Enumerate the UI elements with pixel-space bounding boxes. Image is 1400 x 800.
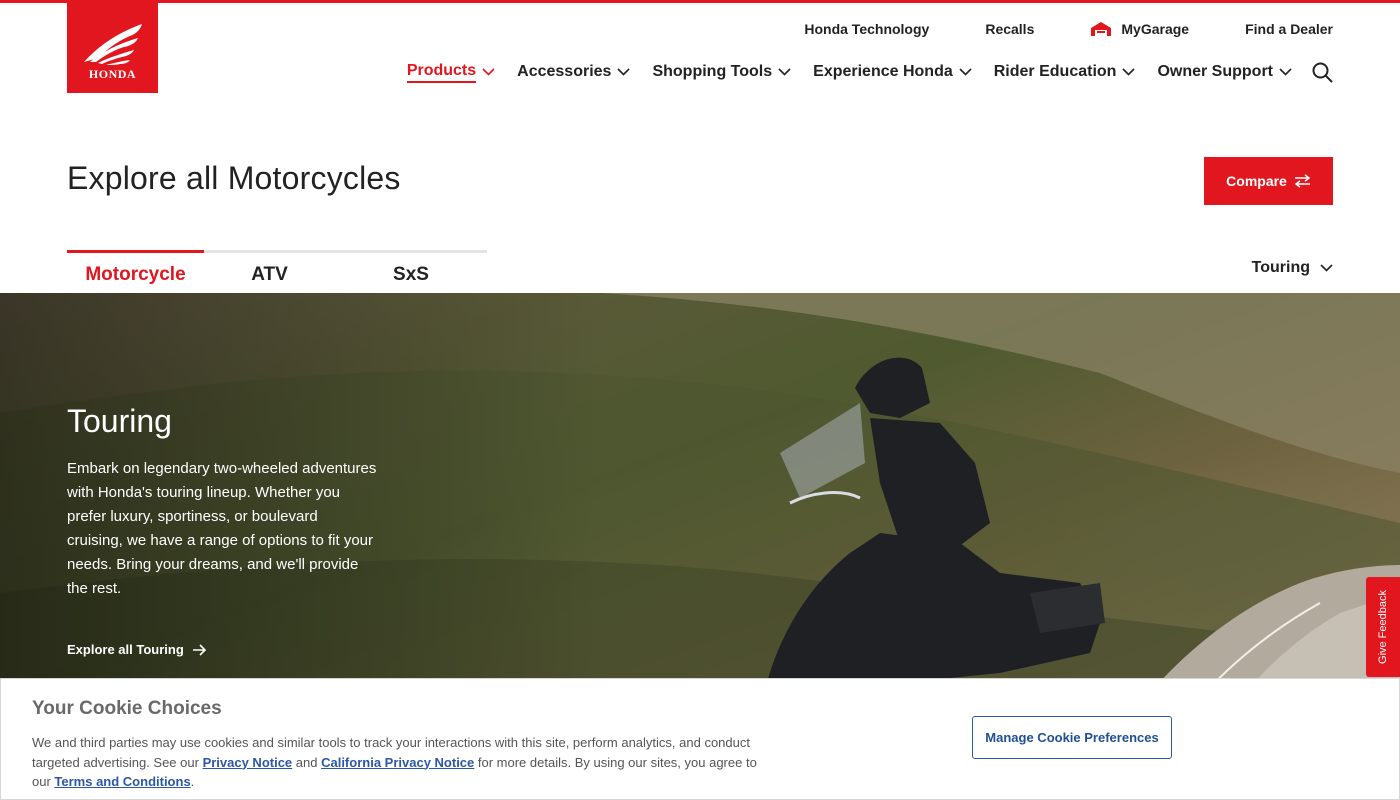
chevron-down-icon xyxy=(1279,68,1292,76)
california-privacy-notice-link[interactable]: California Privacy Notice xyxy=(321,755,474,770)
nav-shopping-tools-label: Shopping Tools xyxy=(652,63,773,80)
nav-experience-honda[interactable]: Experience Honda xyxy=(813,63,972,81)
category-filter-value: Touring xyxy=(1251,259,1310,276)
cookie-banner: Your Cookie Choices We and third parties… xyxy=(0,678,1400,800)
honda-logo[interactable]: HONDA xyxy=(67,3,158,93)
chevron-down-icon xyxy=(482,68,495,76)
tab-motorcycle[interactable]: Motorcycle xyxy=(67,250,204,293)
manage-cookie-preferences-button[interactable]: Manage Cookie Preferences xyxy=(972,716,1172,759)
cookie-text: We and third parties may use cookies and… xyxy=(32,733,772,792)
main-nav: Products Accessories Shopping Tools Expe… xyxy=(406,59,1333,85)
nav-rider-education-label: Rider Education xyxy=(993,63,1117,80)
wing-icon xyxy=(83,24,142,65)
feedback-label: Give Feedback xyxy=(1377,590,1390,664)
nav-owner-support-label: Owner Support xyxy=(1157,63,1273,80)
nav-shopping-tools[interactable]: Shopping Tools xyxy=(652,63,791,81)
nav-products[interactable]: Products xyxy=(406,62,495,83)
chevron-down-icon xyxy=(617,68,631,76)
compare-label: Compare xyxy=(1226,173,1287,189)
give-feedback-tab[interactable]: Give Feedback xyxy=(1366,577,1400,677)
logo-wordmark: HONDA xyxy=(88,67,137,81)
hero-description: Embark on legendary two-wheeled adventur… xyxy=(67,460,377,597)
page-title: Explore all Motorcycles xyxy=(67,160,401,196)
vehicle-type-tabs: Motorcycle ATV SxS xyxy=(67,250,487,293)
recalls-link[interactable]: Recalls xyxy=(985,21,1034,37)
cookie-text-part-2: and xyxy=(292,754,322,770)
compare-button[interactable]: Compare xyxy=(1204,157,1333,205)
privacy-notice-link[interactable]: Privacy Notice xyxy=(203,755,293,770)
swap-arrows-icon xyxy=(1294,174,1311,188)
chevron-down-icon xyxy=(1122,68,1136,76)
cookie-title: Your Cookie Choices xyxy=(32,698,222,719)
garage-icon xyxy=(1089,21,1113,37)
search-icon[interactable] xyxy=(1312,62,1333,83)
explore-touring-link[interactable]: Explore all Touring xyxy=(67,642,207,657)
tab-atv[interactable]: ATV xyxy=(204,253,335,293)
honda-technology-link[interactable]: Honda Technology xyxy=(804,21,929,37)
nav-rider-education[interactable]: Rider Education xyxy=(994,63,1136,81)
arrow-right-icon xyxy=(192,643,207,656)
chevron-down-icon xyxy=(1320,264,1333,272)
nav-owner-support[interactable]: Owner Support xyxy=(1157,63,1292,81)
mygarage-link[interactable]: MyGarage xyxy=(1089,21,1189,37)
top-accent-bar xyxy=(0,0,1400,3)
nav-accessories[interactable]: Accessories xyxy=(517,63,631,81)
nav-products-label: Products xyxy=(406,62,477,83)
chevron-down-icon xyxy=(778,68,791,76)
hero-title: Touring xyxy=(67,403,172,439)
tab-sxs[interactable]: SxS xyxy=(335,253,487,293)
terms-link[interactable]: Terms and Conditions xyxy=(54,774,190,789)
explore-touring-label: Explore all Touring xyxy=(67,642,184,657)
nav-experience-honda-label: Experience Honda xyxy=(813,63,953,80)
cookie-text-part-4: . xyxy=(190,774,195,789)
chevron-down-icon xyxy=(959,68,972,76)
find-dealer-link[interactable]: Find a Dealer xyxy=(1245,21,1333,37)
nav-accessories-label: Accessories xyxy=(517,63,612,80)
utility-nav: Honda Technology Recalls MyGarage Find a… xyxy=(804,19,1333,39)
category-filter-dropdown[interactable]: Touring xyxy=(1252,259,1333,277)
mygarage-label: MyGarage xyxy=(1121,21,1190,37)
